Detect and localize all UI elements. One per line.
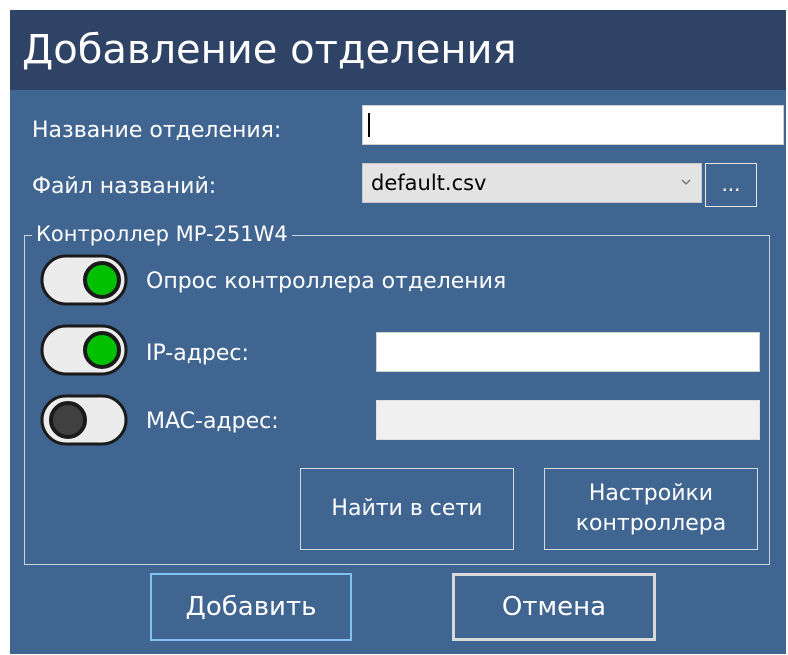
toggle-knob-off — [49, 401, 87, 439]
add-button[interactable]: Добавить — [150, 573, 352, 641]
browse-file-button[interactable]: ... — [705, 163, 757, 207]
names-file-value: default.csv — [371, 171, 487, 195]
toggle-knob-on — [83, 261, 121, 299]
mac-address-label: MAC-адрес: — [146, 409, 279, 434]
controller-settings-label: Настройки контроллера — [575, 481, 727, 536]
department-name-label: Название отделения: — [32, 118, 282, 143]
poll-controller-toggle[interactable] — [40, 252, 130, 308]
poll-controller-label: Опрос контроллера отделения — [146, 269, 507, 294]
ip-address-toggle[interactable] — [40, 322, 130, 378]
mac-address-toggle[interactable] — [40, 392, 130, 448]
ip-address-input[interactable] — [376, 332, 760, 372]
add-department-dialog: Добавление отделения Название отделения:… — [10, 10, 786, 654]
names-file-select[interactable]: default.csv — [362, 163, 702, 203]
names-file-label: Файл названий: — [32, 174, 217, 199]
mac-address-input[interactable] — [376, 400, 760, 440]
find-in-network-button[interactable]: Найти в сети — [300, 468, 514, 550]
add-button-label: Добавить — [185, 592, 317, 622]
controller-settings-button[interactable]: Настройки контроллера — [544, 468, 758, 550]
cancel-button-label: Отмена — [501, 592, 607, 622]
title-bar: Добавление отделения — [10, 10, 786, 90]
toggle-knob-on — [83, 331, 121, 369]
department-name-input[interactable] — [362, 105, 784, 145]
cancel-button[interactable]: Отмена — [452, 573, 656, 641]
chevron-down-icon — [681, 179, 691, 185]
controller-group-title: Контроллер MP-251W4 — [32, 220, 292, 248]
dialog-title: Добавление отделения — [22, 27, 517, 73]
text-caret — [368, 113, 370, 137]
ip-address-label: IP-адрес: — [146, 341, 249, 366]
find-in-network-label: Найти в сети — [331, 496, 483, 521]
